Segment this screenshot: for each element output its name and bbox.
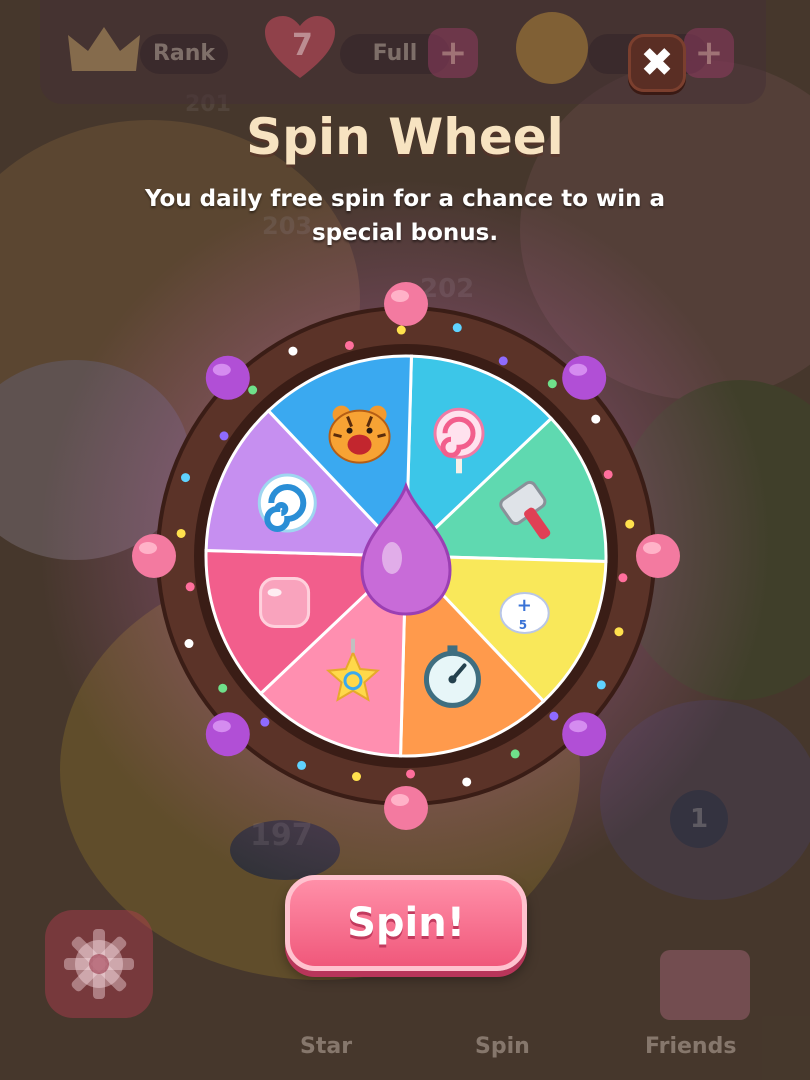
rim-sprinkle [591, 414, 601, 424]
rim-knob [205, 355, 250, 400]
coin-icon [516, 12, 588, 84]
rim-knob [384, 282, 428, 326]
rim-knob [562, 712, 607, 757]
swirl-candy-icon [257, 473, 317, 533]
rank-label: Rank [140, 34, 228, 74]
rim-sprinkle [351, 772, 361, 782]
spin-button[interactable]: Spin! [285, 875, 527, 971]
rim-knob [562, 355, 607, 400]
rim-sprinkle [406, 769, 416, 779]
nav-friends-label[interactable]: Friends [645, 1034, 736, 1059]
rim-sprinkle [218, 683, 228, 693]
lives-count: 7 [292, 28, 313, 63]
rim-sprinkle [184, 639, 194, 649]
rim-sprinkle [603, 469, 613, 479]
nav-spin-label[interactable]: Spin [475, 1034, 530, 1059]
rim-sprinkle [396, 325, 406, 335]
tiger-icon [328, 405, 391, 464]
rim-sprinkle [618, 573, 628, 583]
wheel-graphic: +5 [132, 282, 680, 830]
svg-text:5: 5 [519, 618, 527, 632]
add-lives-button[interactable]: + [428, 28, 478, 78]
nav-star-label[interactable]: Star [300, 1034, 352, 1059]
rim-knob [384, 786, 428, 830]
rim-sprinkle [452, 323, 462, 333]
svg-text:+: + [517, 595, 532, 616]
gear-icon [64, 929, 134, 999]
rim-sprinkle [181, 473, 191, 483]
rim-sprinkle [549, 711, 559, 721]
rim-sprinkle [547, 379, 557, 389]
dialog-subtitle: You daily free spin for a chance to win … [144, 186, 666, 246]
rim-sprinkle [297, 760, 307, 770]
rim-sprinkle [248, 385, 258, 395]
rim-sprinkle [288, 346, 298, 356]
rim-sprinkle [176, 528, 186, 538]
rim-knob [205, 712, 250, 757]
add-coins-button[interactable]: + [684, 28, 734, 78]
rim-knob [636, 534, 680, 578]
rim-sprinkle [185, 582, 195, 592]
crown-icon [64, 18, 144, 82]
friends-card-icon [660, 950, 750, 1020]
rim-sprinkle [596, 680, 606, 690]
spin-wheel: +5 [130, 280, 682, 832]
rim-sprinkle [219, 431, 229, 441]
rim-sprinkle [498, 356, 508, 366]
rim-sprinkle [510, 749, 520, 759]
rim-sprinkle [462, 777, 472, 787]
close-icon: ✖ [640, 40, 674, 86]
extra-moves-glove-icon: +5 [499, 592, 550, 635]
bubble-icon [259, 576, 311, 628]
settings-button[interactable] [45, 910, 153, 1018]
close-button[interactable]: ✖ [628, 34, 686, 92]
rim-sprinkle [344, 340, 354, 350]
rim-sprinkle [614, 627, 624, 637]
rim-sprinkle [260, 717, 270, 727]
rim-sprinkle [625, 519, 635, 529]
dialog-title: Spin Wheel [246, 108, 564, 166]
rim-knob [132, 534, 176, 578]
